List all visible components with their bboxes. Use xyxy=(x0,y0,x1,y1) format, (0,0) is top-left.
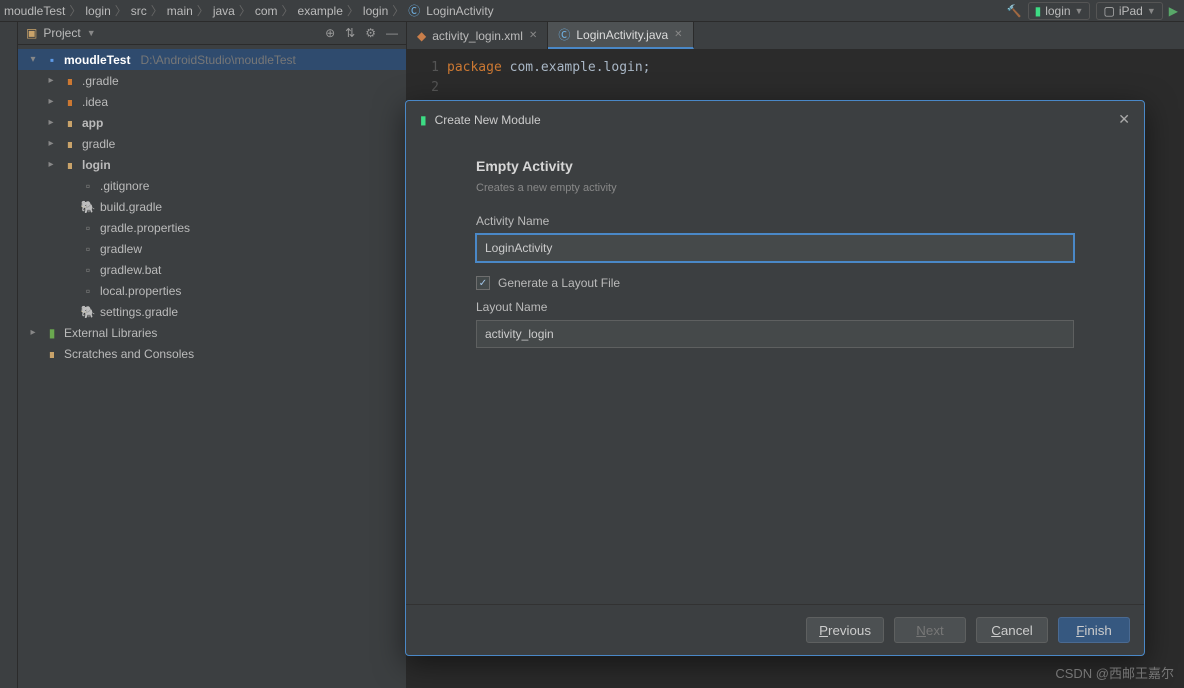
tree-ext-libs[interactable]: ▸▮ External Libraries xyxy=(18,322,406,343)
device-icon: ▢ xyxy=(1103,4,1114,18)
tab-login-activity-java[interactable]: Ⓒ LoginActivity.java ✕ xyxy=(548,22,693,49)
tree-settings-gradle[interactable]: 🐘 settings.gradle xyxy=(18,301,406,322)
crumb-example[interactable]: example xyxy=(298,4,343,18)
class-icon: Ⓒ xyxy=(558,26,570,43)
create-module-dialog: ▮ Create New Module ✕ Empty Activity Cre… xyxy=(405,100,1145,656)
next-button[interactable]: Next xyxy=(894,617,966,643)
tool-window-rail[interactable] xyxy=(0,22,18,688)
chevron-down-icon: ▼ xyxy=(1147,6,1156,16)
folder-icon: ∎ xyxy=(62,158,78,172)
device-label: iPad xyxy=(1119,4,1143,18)
minimize-icon[interactable]: — xyxy=(386,26,398,40)
tree-app[interactable]: ▸∎ app xyxy=(18,112,406,133)
file-icon: ▫ xyxy=(80,263,96,277)
run-config-dropdown[interactable]: ▮ login ▼ xyxy=(1028,2,1091,20)
target-icon[interactable]: ⊕ xyxy=(325,26,335,40)
editor-tabs: ◆ activity_login.xml ✕ Ⓒ LoginActivity.j… xyxy=(407,22,1184,50)
tree-login[interactable]: ▸∎ login xyxy=(18,154,406,175)
scratch-icon: ∎ xyxy=(44,347,60,361)
dialog-title: Create New Module xyxy=(435,113,541,127)
run-icon[interactable]: ▶ xyxy=(1169,4,1178,18)
breadcrumb: moudleTest〉 login〉 src〉 main〉 java〉 com〉… xyxy=(0,0,1184,22)
xml-icon: ◆ xyxy=(417,29,426,43)
tab-label: LoginActivity.java xyxy=(576,28,668,42)
close-icon[interactable]: ✕ xyxy=(1118,111,1130,128)
tab-activity-login-xml[interactable]: ◆ activity_login.xml ✕ xyxy=(407,22,548,49)
crumb-com[interactable]: com xyxy=(255,4,278,18)
hammer-icon[interactable]: 🔨 xyxy=(1007,4,1022,18)
folder-icon: ∎ xyxy=(62,74,78,88)
layout-name-input[interactable] xyxy=(476,320,1074,348)
project-icon: ▣ xyxy=(26,26,37,40)
tree-idea-dir[interactable]: ▸∎ .idea xyxy=(18,91,406,112)
gear-icon[interactable]: ⚙ xyxy=(365,26,376,40)
dialog-heading: Empty Activity xyxy=(476,158,1074,174)
watermark: CSDN @西邮王嘉尔 xyxy=(1055,663,1174,682)
tree-gitignore[interactable]: ▫ .gitignore xyxy=(18,175,406,196)
gradle-icon: 🐘 xyxy=(80,200,96,214)
android-icon: ▮ xyxy=(420,113,427,127)
android-icon: ▮ xyxy=(1035,4,1042,18)
panel-title[interactable]: Project xyxy=(43,26,80,40)
generate-layout-label[interactable]: Generate a Layout File xyxy=(498,276,620,290)
tree-root[interactable]: ▾▪ moudleTest D:\AndroidStudio\moudleTes… xyxy=(18,49,406,70)
layout-name-label: Layout Name xyxy=(476,300,1074,314)
activity-name-label: Activity Name xyxy=(476,214,1074,228)
project-tree: ▾▪ moudleTest D:\AndroidStudio\moudleTes… xyxy=(18,45,406,368)
generate-layout-checkbox[interactable]: ✓ xyxy=(476,276,490,290)
sort-icon[interactable]: ⇅ xyxy=(345,26,355,40)
dialog-subtitle: Creates a new empty activity xyxy=(476,182,1074,194)
crumb-java[interactable]: java xyxy=(213,4,235,18)
tree-scratches[interactable]: ∎ Scratches and Consoles xyxy=(18,343,406,364)
tree-gradle[interactable]: ▸∎ gradle xyxy=(18,133,406,154)
chevron-down-icon: ▼ xyxy=(1075,6,1084,16)
finish-button[interactable]: Finish xyxy=(1058,617,1130,643)
folder-icon: ∎ xyxy=(62,95,78,109)
code-text: com.example.login; xyxy=(502,60,651,75)
folder-icon: ∎ xyxy=(62,137,78,151)
close-icon[interactable]: ✕ xyxy=(529,30,537,41)
cancel-button[interactable]: Cancel xyxy=(976,617,1048,643)
crumb-main[interactable]: main xyxy=(167,4,193,18)
tree-gradlew-bat[interactable]: ▫ gradlew.bat xyxy=(18,259,406,280)
previous-button[interactable]: PPreviousrevious xyxy=(806,617,884,643)
tree-gradle-dir[interactable]: ▸∎ .gradle xyxy=(18,70,406,91)
crumb-root[interactable]: moudleTest xyxy=(4,4,65,18)
gutter: 12 xyxy=(407,50,447,97)
tree-gradlew[interactable]: ▫ gradlew xyxy=(18,238,406,259)
class-icon: Ⓒ xyxy=(408,2,420,19)
keyword: package xyxy=(447,60,502,75)
chevron-down-icon[interactable]: ▼ xyxy=(87,28,96,38)
tree-gradle-props[interactable]: ▫ gradle.properties xyxy=(18,217,406,238)
tree-build-gradle[interactable]: 🐘 build.gradle xyxy=(18,196,406,217)
crumb-login-pkg[interactable]: login xyxy=(363,4,388,18)
crumb-login[interactable]: login xyxy=(85,4,110,18)
editor-body[interactable]: 12 package com.example.login; xyxy=(407,50,1184,97)
props-icon: ▫ xyxy=(80,221,96,235)
module-icon: ▪ xyxy=(44,53,60,67)
run-config-label: login xyxy=(1045,4,1070,18)
tab-label: activity_login.xml xyxy=(432,29,523,43)
file-icon: ▫ xyxy=(80,179,96,193)
gradle-icon: 🐘 xyxy=(80,305,96,319)
crumb-activity[interactable]: LoginActivity xyxy=(426,4,493,18)
tree-local-props[interactable]: ▫ local.properties xyxy=(18,280,406,301)
activity-name-input[interactable] xyxy=(476,234,1074,262)
library-icon: ▮ xyxy=(44,326,60,340)
crumb-src[interactable]: src xyxy=(131,4,147,18)
folder-icon: ∎ xyxy=(62,116,78,130)
device-dropdown[interactable]: ▢ iPad ▼ xyxy=(1096,2,1162,20)
project-panel: ▣ Project ▼ ⊕ ⇅ ⚙ — ▾▪ moudleTest D:\And… xyxy=(18,22,406,688)
props-icon: ▫ xyxy=(80,284,96,298)
file-icon: ▫ xyxy=(80,242,96,256)
close-icon[interactable]: ✕ xyxy=(674,29,682,40)
